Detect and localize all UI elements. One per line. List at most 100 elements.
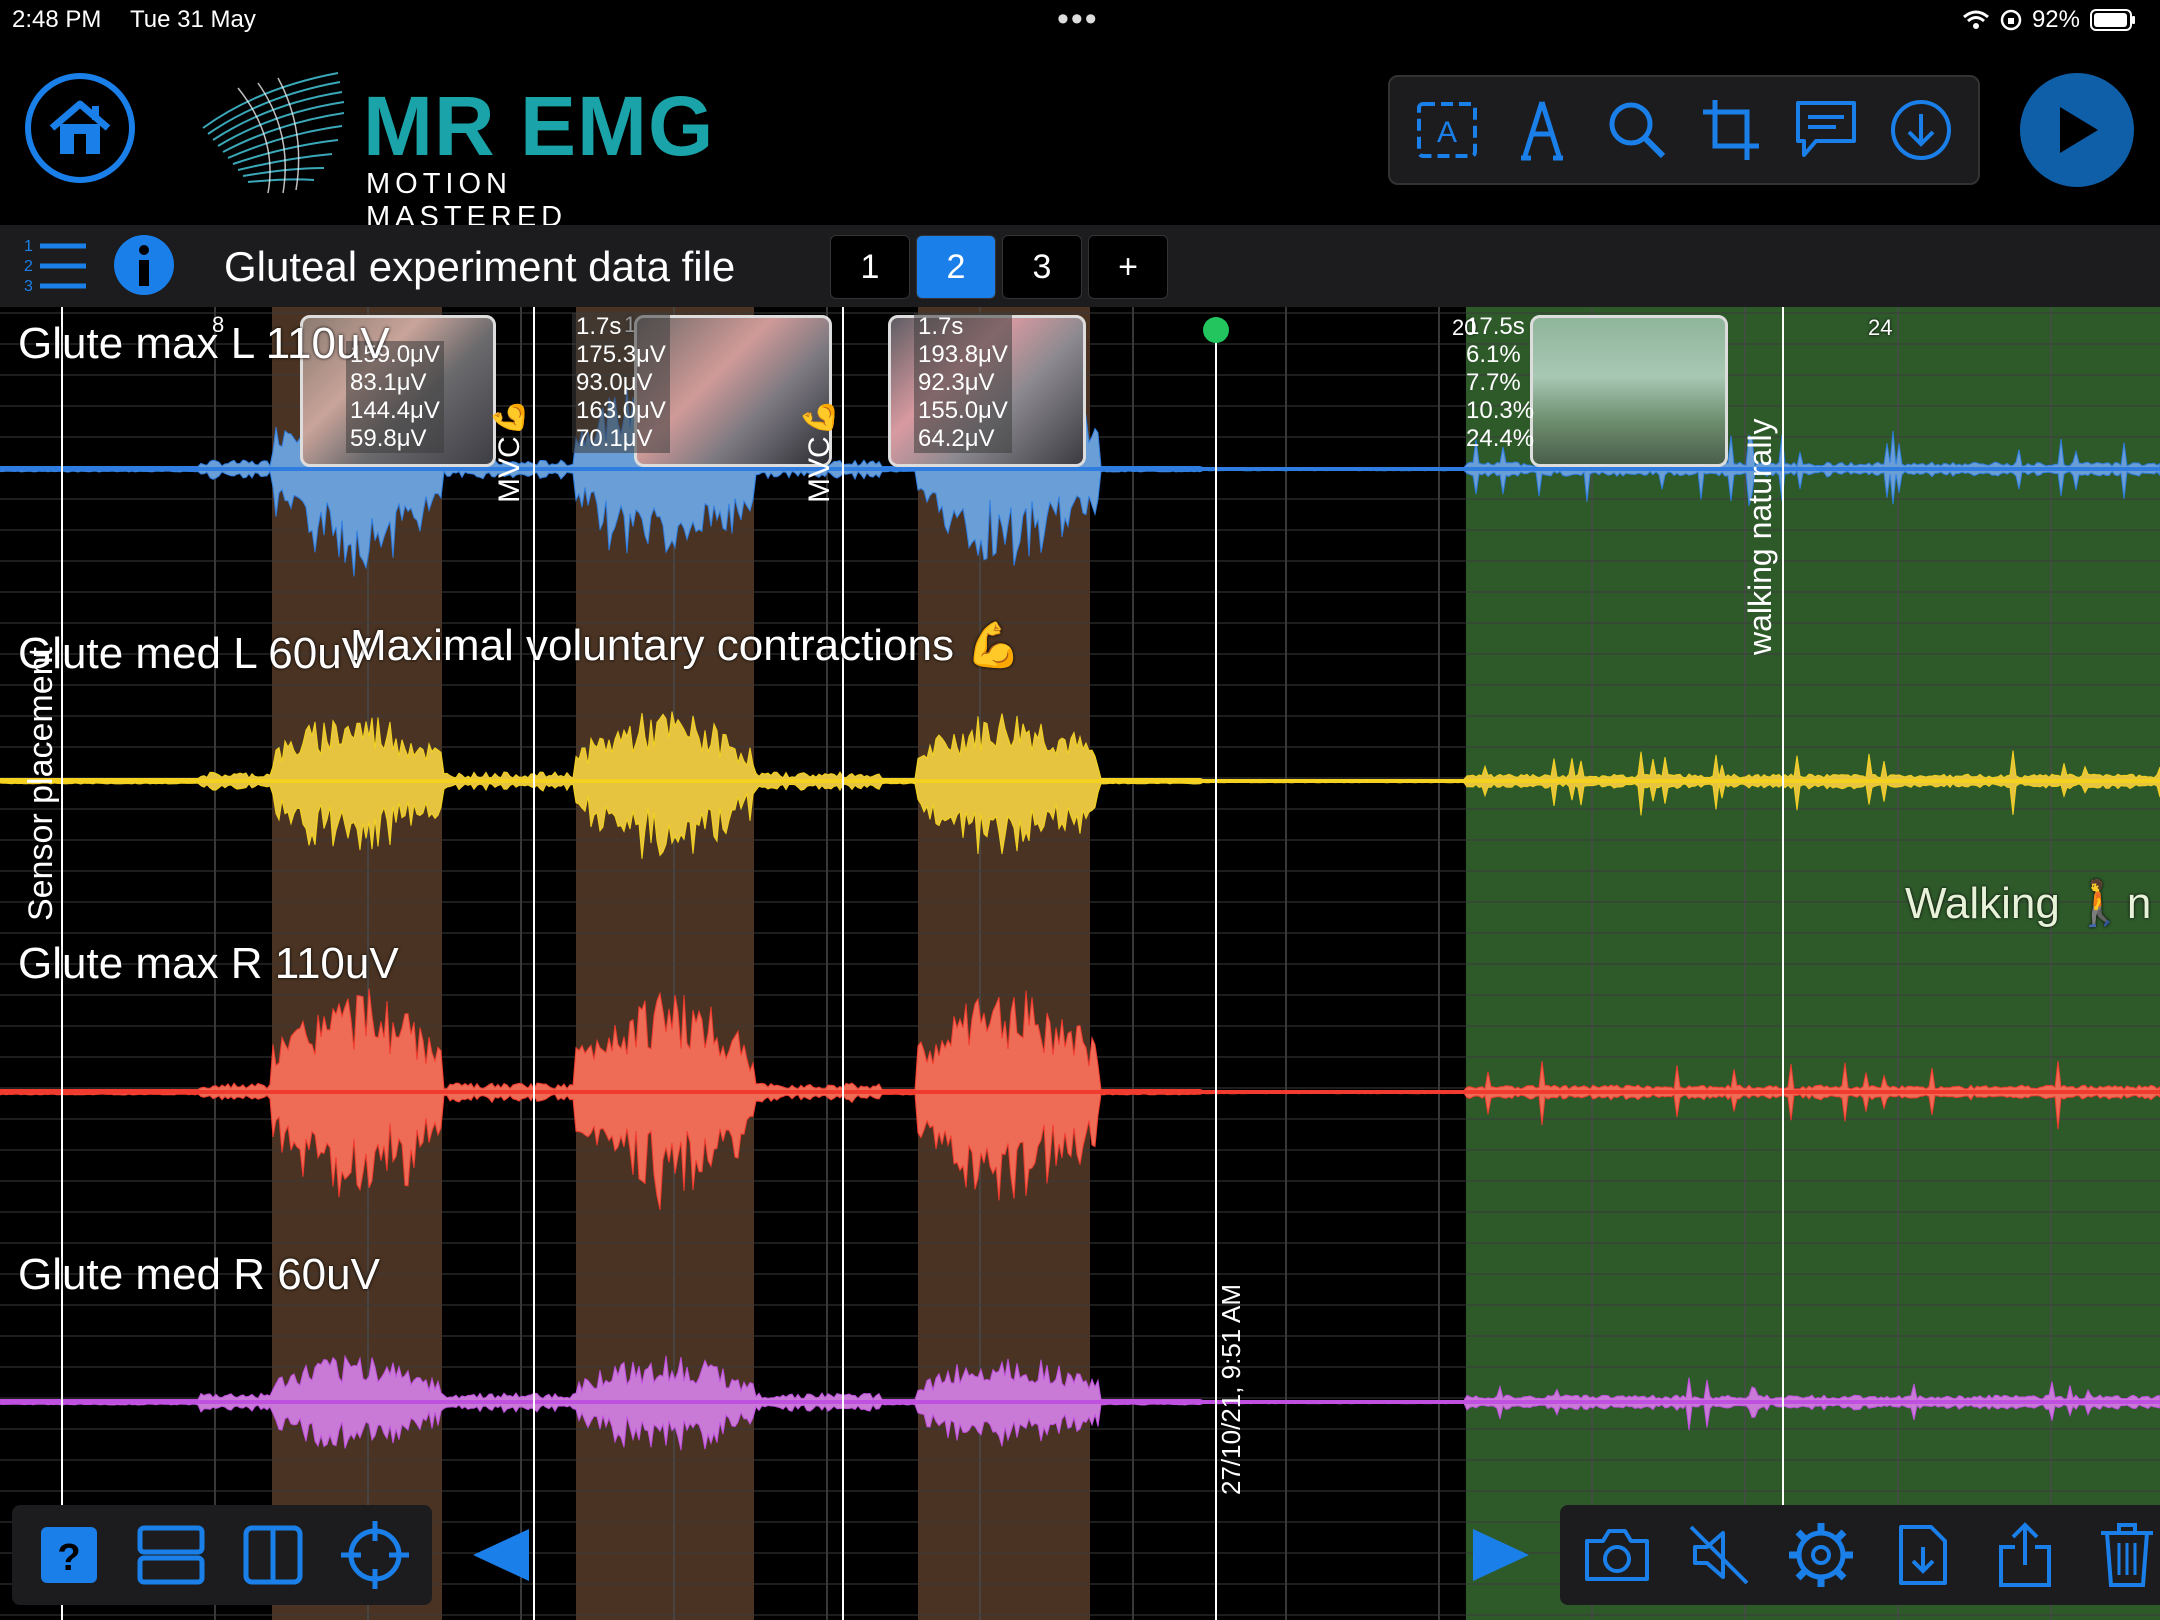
status-time: 2:48 PM <box>12 6 102 33</box>
play-icon <box>2060 107 2098 153</box>
triangle-right-icon <box>1473 1529 1529 1581</box>
channel-label-glute-med-r: Glute med R 60uV <box>18 1250 380 1299</box>
bottom-left-group: ? <box>12 1505 432 1605</box>
crop-icon <box>1703 100 1760 160</box>
battery-icon <box>2090 9 2135 31</box>
video-thumbnail-4[interactable] <box>1530 315 1728 467</box>
emg-plot[interactable]: 8 1 20 24 159.0μV 83.1μV 144.4μV 59.8μV … <box>0 307 2160 1620</box>
comment-button[interactable] <box>1791 95 1861 165</box>
stat-pct-1: 6.1% <box>1466 341 1521 368</box>
orientation-lock-icon <box>2000 9 2022 31</box>
settings-button[interactable] <box>1782 1516 1860 1594</box>
help-button[interactable]: ? <box>30 1516 108 1594</box>
annotation-walking[interactable]: Walking 🚶n <box>1905 877 2151 929</box>
status-bar: 2:48 PM Tue 31 May ••• 92% <box>0 0 2160 40</box>
wifi-icon <box>1962 10 1989 29</box>
camera-icon <box>1585 1529 1649 1581</box>
crosshair-icon <box>341 1521 409 1589</box>
stat-duration: 1.7s <box>576 313 622 340</box>
mute-button[interactable] <box>1680 1516 1758 1594</box>
stat-pct-4: 24.4% <box>1466 425 1535 452</box>
stat-peak: 155.0μV <box>918 397 1008 424</box>
download-button[interactable] <box>1886 95 1956 165</box>
stack-layout-button[interactable] <box>132 1516 210 1594</box>
search-button[interactable] <box>1602 95 1672 165</box>
scroll-right-button[interactable] <box>1462 1516 1540 1594</box>
trash-icon <box>2101 1523 2153 1587</box>
stat-pct-2: 7.7% <box>1466 369 1521 396</box>
bottom-toolbar: ? <box>12 1505 540 1605</box>
stack-layout-icon <box>137 1525 205 1585</box>
stat-rms: 193.8μV <box>918 341 1008 368</box>
speaker-muted-icon <box>1689 1525 1749 1585</box>
multitask-dots[interactable]: ••• <box>1057 0 1099 39</box>
app-header: MR EMG MOTION MASTERED A <box>0 40 2160 233</box>
text-box-icon: A <box>1417 102 1478 158</box>
home-button[interactable] <box>25 73 135 183</box>
annotation-walking-naturally[interactable]: walking naturally <box>1742 418 1779 655</box>
info-button[interactable] <box>112 233 176 302</box>
tab-3[interactable]: 3 <box>1002 235 1082 299</box>
bottom-right-group <box>1560 1505 2160 1605</box>
tab-add[interactable]: + <box>1088 235 1168 299</box>
pen-icon <box>1520 101 1563 161</box>
stat-pct-3: 10.3% <box>1466 397 1535 424</box>
info-icon <box>114 235 174 295</box>
status-date: Tue 31 May <box>130 6 256 33</box>
file-import-icon <box>1899 1525 1947 1585</box>
cursor-marker-dot[interactable] <box>1203 317 1229 343</box>
crop-button[interactable] <box>1696 95 1766 165</box>
help-icon: ? <box>41 1527 97 1583</box>
file-bar: 123 Gluteal experiment data file 1 2 3 + <box>0 225 2160 307</box>
share-icon <box>1999 1522 2051 1587</box>
channel-label-glute-max-r: Glute max R 110uV <box>18 939 399 988</box>
svg-text:A: A <box>1437 116 1457 149</box>
comment-icon <box>1795 101 1856 157</box>
share-button[interactable] <box>1986 1516 2064 1594</box>
split-layout-button[interactable] <box>234 1516 312 1594</box>
stat-rms: 175.3μV <box>576 341 666 368</box>
stat-peak: 163.0μV <box>576 397 666 424</box>
cursor-timestamp: 27/10/21, 9:51 AM <box>1216 1283 1246 1495</box>
tab-2[interactable]: 2 <box>916 235 996 299</box>
annotation-mvc-short-2[interactable]: MVC💪 <box>802 399 837 503</box>
file-list-button[interactable]: 1 2 3 <box>22 235 88 300</box>
delete-button[interactable] <box>2088 1516 2160 1594</box>
stat-mean: 92.3μV <box>918 369 995 396</box>
stat-peak: 144.4μV <box>350 397 440 424</box>
annotation-mvc-short-1[interactable]: MVC💪 <box>492 399 527 503</box>
gear-icon <box>1789 1523 1853 1587</box>
stats-block-2: 1.7s 175.3μV 93.0μV 163.0μV 70.1μV <box>572 313 670 453</box>
import-file-button[interactable] <box>1884 1516 1962 1594</box>
channel-label-glute-med-l: Glute med L 60uV <box>18 629 372 678</box>
stats-block-4: 17.5s 6.1% 7.7% 10.3% 24.4% <box>1462 313 1538 453</box>
search-icon <box>1609 102 1665 159</box>
split-layout-icon <box>243 1525 303 1585</box>
file-name: Gluteal experiment data file <box>224 243 736 290</box>
battery-percent: 92% <box>2031 6 2080 33</box>
app-logo: MR EMG MOTION MASTERED <box>198 68 718 233</box>
tool-toolbar: A <box>1388 75 1980 185</box>
tab-1[interactable]: 1 <box>830 235 910 299</box>
svg-text:2: 2 <box>24 258 33 275</box>
numbered-list-icon: 1 2 3 <box>24 238 86 295</box>
scroll-left-button[interactable] <box>462 1516 540 1594</box>
camera-button[interactable] <box>1578 1516 1656 1594</box>
pen-button[interactable] <box>1507 95 1577 165</box>
page-tabs: 1 2 3 + <box>830 235 1168 299</box>
logo-wave-icon <box>202 72 345 194</box>
stat-duration: 17.5s <box>1466 313 1525 340</box>
stat-duration: 1.7s <box>918 313 964 340</box>
svg-text:1: 1 <box>24 238 33 255</box>
channel-label-glute-max-l: Glute max L 110uV <box>18 319 390 368</box>
play-button[interactable] <box>2020 73 2134 187</box>
triangle-left-icon <box>473 1529 529 1581</box>
stat-min: 70.1μV <box>576 425 653 452</box>
stat-min: 59.8μV <box>350 425 427 452</box>
svg-text:3: 3 <box>24 278 33 295</box>
target-button[interactable] <box>336 1516 414 1594</box>
text-box-button[interactable]: A <box>1412 95 1482 165</box>
stat-mean: 93.0μV <box>576 369 653 396</box>
download-icon <box>1890 100 1951 160</box>
annotation-mvc[interactable]: Maximal voluntary contractions 💪 <box>350 619 1021 671</box>
